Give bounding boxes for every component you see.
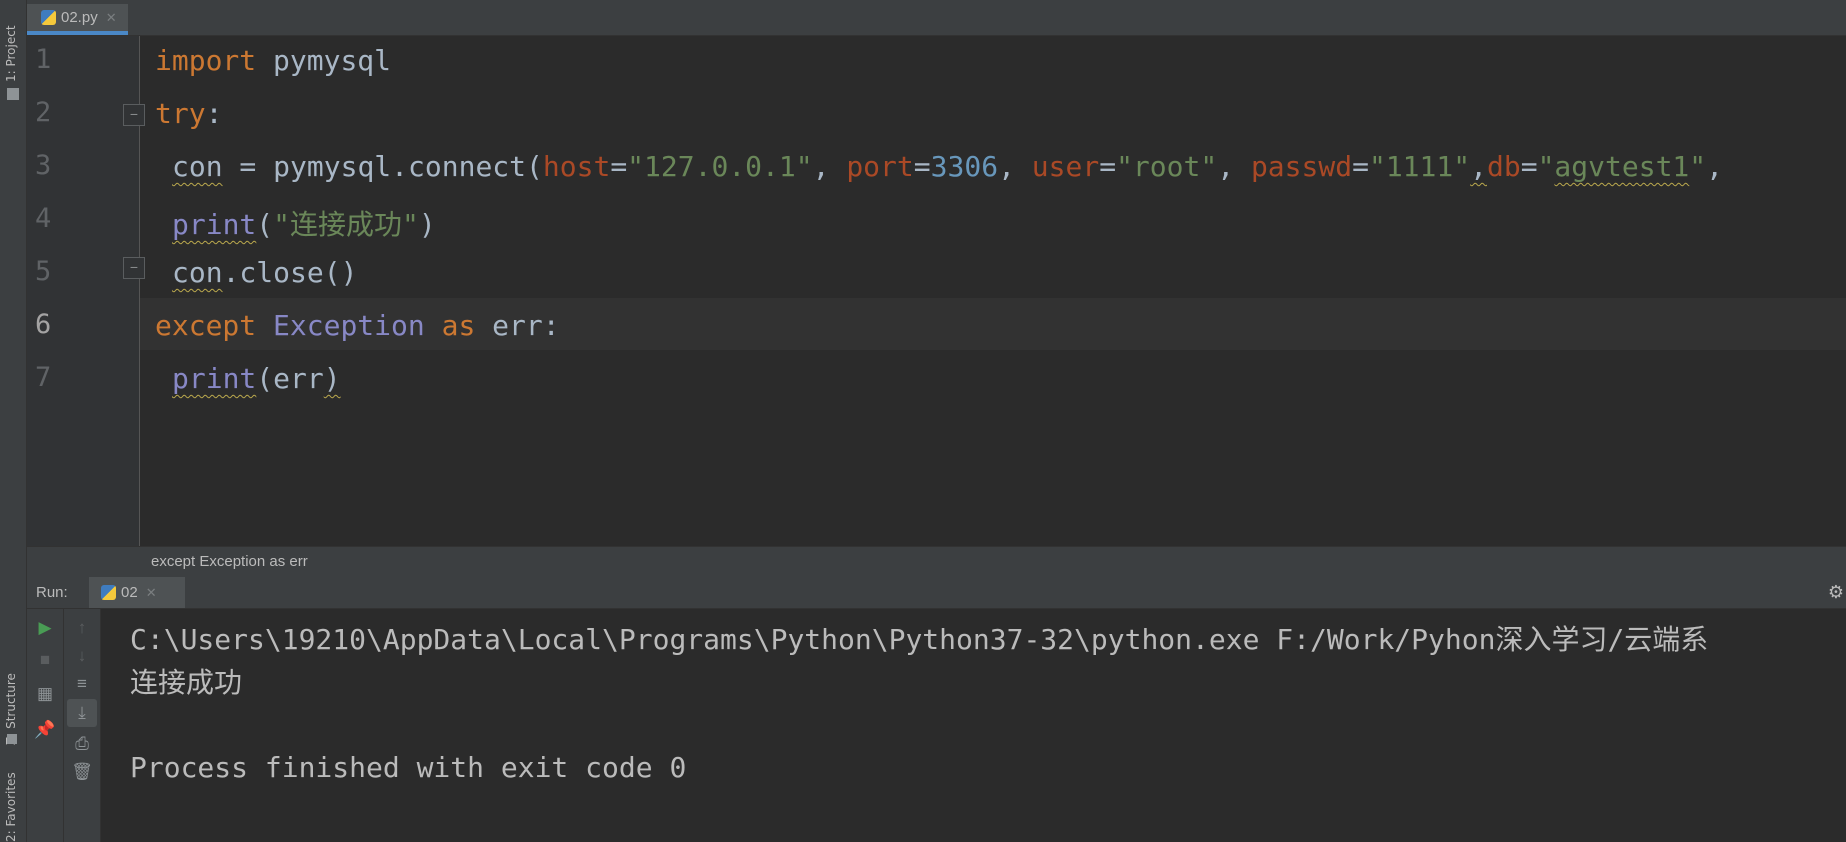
code-line-7: print(err) [172,362,341,395]
scroll-to-end-icon[interactable]: ⤓ [67,699,97,727]
code-line-1: import pymysql [155,44,392,77]
close-run-tab-icon[interactable]: ✕ [146,585,157,601]
run-panel-header: Run: 02 ✕ ⚙ [27,577,1846,609]
gear-icon[interactable]: ⚙ [1828,582,1844,603]
print-icon[interactable]: ⎙ [64,730,100,758]
pin-icon[interactable]: 📌 [27,716,63,744]
python-file-icon [41,10,56,25]
console-line: Process finished with exit code 0 [130,751,687,784]
folder-icon [7,88,19,100]
run-toolbar-primary: ▶ ■ ▦ 📌 [27,609,64,842]
code-line-2: try: [155,97,223,130]
tab-filename: 02.py [61,9,98,26]
python-run-icon [101,585,116,600]
soft-wrap-icon[interactable]: ≡ [64,670,100,698]
line-number: 4 [35,203,52,234]
code-line-5: con.close() [172,256,358,289]
run-toolbar-secondary: ↑ ↓ ≡ ⤓ ⎙ 🗑 [64,609,101,842]
line-number: 5 [35,256,52,287]
rerun-icon[interactable]: ▶ [27,614,63,642]
run-console[interactable]: C:\Users\19210\AppData\Local\Programs\Py… [101,609,1846,842]
down-arrow-icon[interactable]: ↓ [64,642,100,670]
structure-icon [7,734,17,744]
run-tab-02[interactable]: 02 ✕ [89,577,185,608]
code-line-6: except Exception as err: [155,309,560,342]
line-number: 1 [35,44,52,75]
project-tool-button[interactable]: 1: Project [4,25,18,82]
breadcrumb: except Exception as err [27,546,1846,578]
fold-collapse-icon[interactable]: − [123,104,145,126]
left-tool-stripe: 1: Project Z: Structure 2: Favorites [0,0,27,842]
up-arrow-icon[interactable]: ↑ [64,614,100,642]
layout-icon[interactable]: ▦ [27,680,63,708]
editor-tab-bar: 02.py ✕ [27,0,1846,36]
code-line-3: con = pymysql.connect(host="127.0.0.1", … [172,150,1723,183]
run-tab-label: 02 [121,584,138,601]
line-number-current: 6 [35,309,52,340]
editor-tab-02py[interactable]: 02.py ✕ [27,4,128,35]
line-number: 2 [35,97,52,128]
console-line: C:\Users\19210\AppData\Local\Programs\Py… [130,623,1709,656]
console-line: 连接成功 [130,666,243,699]
line-number: 3 [35,150,52,181]
close-tab-icon[interactable]: ✕ [106,10,117,26]
stop-icon[interactable]: ■ [27,646,63,674]
line-gutter: 1 2 3 4 5 6 7 − − [27,36,145,546]
trash-icon[interactable]: 🗑 [64,758,100,786]
line-number: 7 [35,362,52,393]
fold-end-icon[interactable]: − [123,257,145,279]
run-label: Run: [36,584,68,601]
code-editor[interactable]: 1 2 3 4 5 6 7 − − import pymysql try: co… [27,36,1846,578]
breadcrumb-item[interactable]: except Exception as err [151,553,308,570]
code-line-4: print("连接成功") [172,208,436,241]
favorites-tool-button[interactable]: 2: Favorites [4,772,18,842]
